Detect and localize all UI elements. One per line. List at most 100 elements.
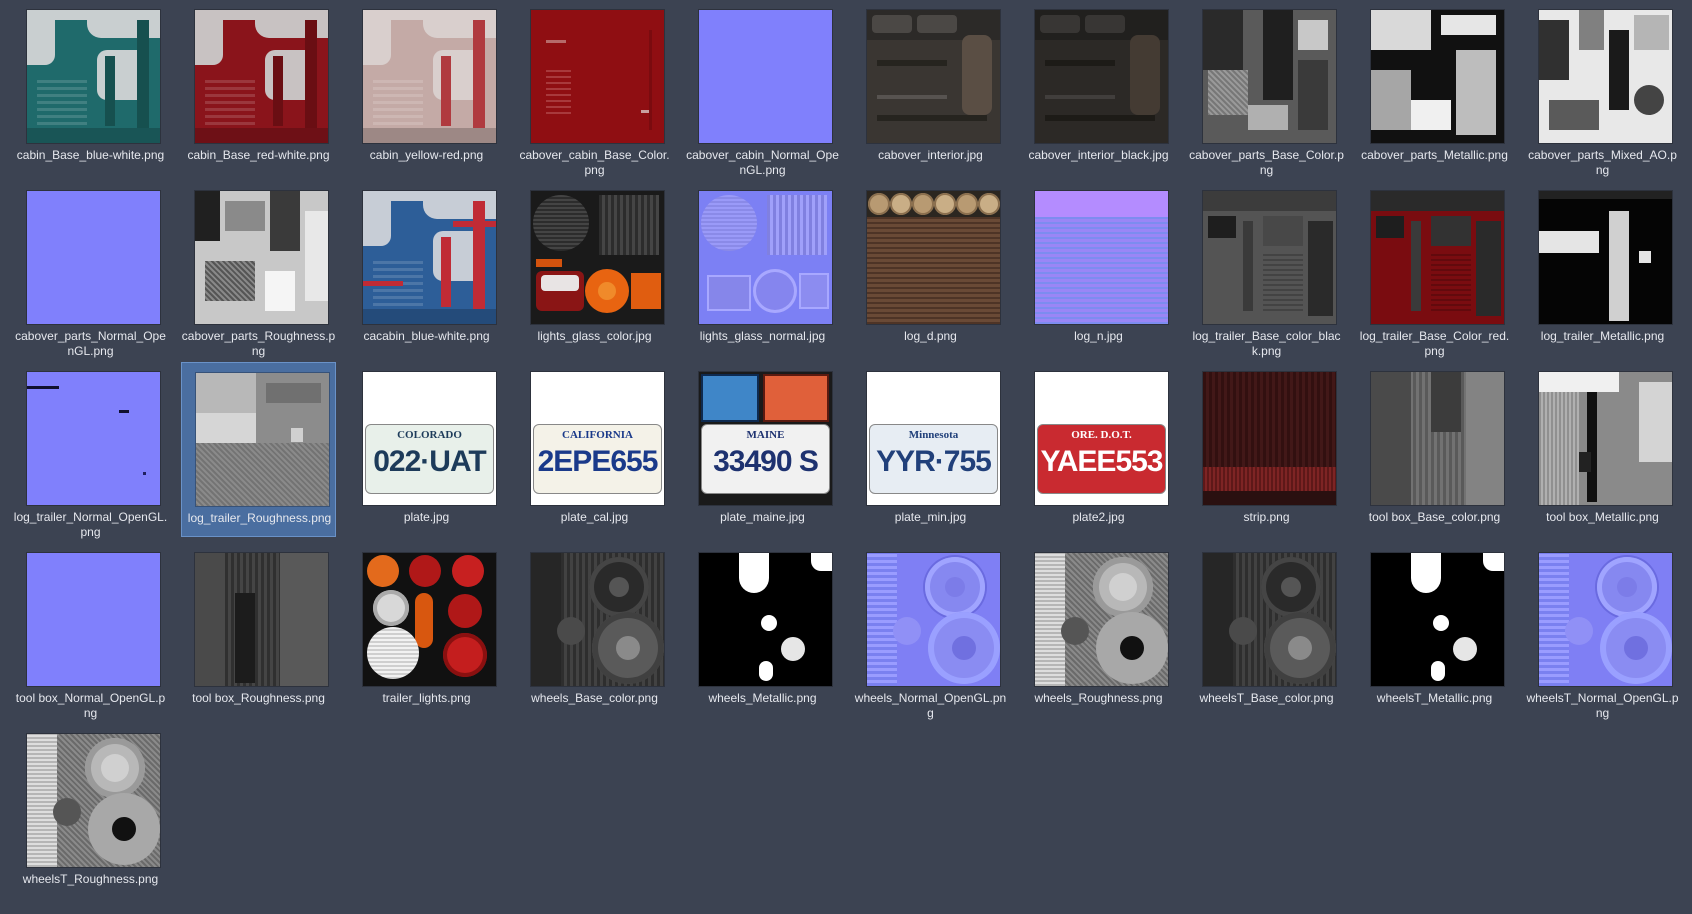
file-item[interactable]: tool box_Base_color.png xyxy=(1357,362,1512,537)
file-thumbnail xyxy=(363,553,496,686)
file-item[interactable]: wheels_Roughness.png xyxy=(1021,543,1176,718)
file-item[interactable]: log_trailer_Base_color_black.png xyxy=(1189,181,1344,358)
file-thumbnail xyxy=(1539,372,1672,505)
file-item[interactable]: cabin_Base_blue-white.png xyxy=(13,0,168,175)
file-name-label: cabover_cabin_Normal_OpenGL.png xyxy=(686,148,839,177)
file-item[interactable]: wheels_Normal_OpenGL.png xyxy=(853,543,1008,720)
file-item[interactable]: cabover_parts_Metallic.png xyxy=(1357,0,1512,175)
file-thumbnail xyxy=(195,191,328,324)
file-item[interactable]: CALIFORNIA 2EPE655 plate_cal.jpg xyxy=(517,362,672,537)
file-thumbnail xyxy=(531,553,664,686)
file-thumbnail xyxy=(1203,372,1336,505)
file-name-label: wheelsT_Base_color.png xyxy=(1199,691,1334,705)
file-name-label: wheels_Base_color.png xyxy=(531,691,658,705)
file-name-label: trailer_lights.png xyxy=(382,691,471,705)
file-name-label: cabover_interior.jpg xyxy=(878,148,983,162)
file-thumbnail xyxy=(867,553,1000,686)
file-item[interactable]: tool box_Metallic.png xyxy=(1525,362,1680,537)
file-name-label: wheelsT_Roughness.png xyxy=(22,872,159,886)
file-thumbnail xyxy=(1371,10,1504,143)
file-item[interactable]: log_trailer_Normal_OpenGL.png xyxy=(13,362,168,539)
file-name-label: plate_min.jpg xyxy=(894,510,967,524)
file-name-label: cacabin_blue-white.png xyxy=(363,329,490,343)
file-name-label: log_trailer_Base_color_black.png xyxy=(1192,329,1341,358)
file-thumbnail xyxy=(531,191,664,324)
file-item[interactable]: wheelsT_Normal_OpenGL.png xyxy=(1525,543,1680,720)
file-name-label: cabin_Base_blue-white.png xyxy=(16,148,165,162)
file-item[interactable]: cabover_parts_Base_Color.png xyxy=(1189,0,1344,177)
file-item[interactable]: cabover_interior.jpg xyxy=(853,0,1008,175)
file-item[interactable]: log_n.jpg xyxy=(1021,181,1176,356)
file-item[interactable]: COLORADO 022·UAT plate.jpg xyxy=(349,362,504,537)
file-item[interactable]: MAINE 33490 S plate_maine.jpg xyxy=(685,362,840,537)
file-name-label: tool box_Roughness.png xyxy=(192,691,325,705)
file-item[interactable]: wheelsT_Roughness.png xyxy=(13,724,168,899)
file-item[interactable]: tool box_Normal_OpenGL.png xyxy=(13,543,168,720)
file-thumbnail xyxy=(1203,10,1336,143)
file-item[interactable]: wheels_Base_color.png xyxy=(517,543,672,718)
file-thumbnail: COLORADO 022·UAT xyxy=(363,372,496,505)
file-thumbnail xyxy=(699,191,832,324)
file-thumbnail: ORE. D.O.T. YAEE553 xyxy=(1035,372,1168,505)
file-item[interactable]: cabover_parts_Normal_OpenGL.png xyxy=(13,181,168,358)
file-name-label: tool box_Metallic.png xyxy=(1546,510,1659,524)
file-name-label: plate_maine.jpg xyxy=(720,510,805,524)
file-name-label: cabover_parts_Normal_OpenGL.png xyxy=(15,329,166,358)
file-thumbnail xyxy=(1371,191,1504,324)
file-name-label: log_n.jpg xyxy=(1074,329,1123,343)
file-name-label: wheels_Normal_OpenGL.png xyxy=(854,691,1007,720)
file-item[interactable]: cabover_cabin_Base_Color.png xyxy=(517,0,672,177)
file-name-label: plate2.jpg xyxy=(1072,510,1125,524)
file-item[interactable]: wheelsT_Metallic.png xyxy=(1357,543,1512,718)
file-item[interactable]: ORE. D.O.T. YAEE553 plate2.jpg xyxy=(1021,362,1176,537)
file-name-label: cabover_parts_Metallic.png xyxy=(1361,148,1508,162)
file-item[interactable]: cacabin_blue-white.png xyxy=(349,181,504,356)
file-thumbnail xyxy=(699,553,832,686)
file-name-label: strip.png xyxy=(1243,510,1290,524)
file-item[interactable]: cabover_interior_black.jpg xyxy=(1021,0,1176,175)
file-item[interactable]: cabin_Base_red-white.png xyxy=(181,0,336,175)
file-thumbnail xyxy=(27,10,160,143)
file-name-label: wheels_Metallic.png xyxy=(708,691,817,705)
file-thumbnail xyxy=(195,10,328,143)
file-item[interactable]: lights_glass_color.jpg xyxy=(517,181,672,356)
file-item[interactable]: log_trailer_Base_Color_red.png xyxy=(1357,181,1512,358)
file-thumbnail: MAINE 33490 S xyxy=(699,372,832,505)
file-name-label: log_trailer_Metallic.png xyxy=(1540,329,1665,343)
file-name-label: lights_glass_color.jpg xyxy=(537,329,652,343)
file-thumbnail xyxy=(1371,553,1504,686)
file-name-label: wheels_Roughness.png xyxy=(1034,691,1163,705)
file-item[interactable]: wheelsT_Base_color.png xyxy=(1189,543,1344,718)
file-name-label: plate_cal.jpg xyxy=(560,510,629,524)
file-name-label: cabin_yellow-red.png xyxy=(369,148,484,162)
file-item[interactable]: strip.png xyxy=(1189,362,1344,537)
file-thumbnail: Minnesota YYR·755 xyxy=(867,372,1000,505)
file-name-label: cabover_interior_black.jpg xyxy=(1028,148,1169,162)
file-item[interactable]: trailer_lights.png xyxy=(349,543,504,718)
file-thumbnail xyxy=(531,10,664,143)
file-name-label: cabover_parts_Roughness.png xyxy=(181,329,336,358)
file-item[interactable]: lights_glass_normal.jpg xyxy=(685,181,840,356)
file-name-label: cabin_Base_red-white.png xyxy=(187,148,330,162)
file-name-label: tool box_Base_color.png xyxy=(1368,510,1501,524)
file-item[interactable]: cabover_parts_Mixed_AO.png xyxy=(1525,0,1680,177)
file-item[interactable]: Minnesota YYR·755 plate_min.jpg xyxy=(853,362,1008,537)
file-item[interactable]: wheels_Metallic.png xyxy=(685,543,840,718)
file-item[interactable]: log_d.png xyxy=(853,181,1008,356)
file-thumbnail xyxy=(1539,191,1672,324)
file-item[interactable]: cabover_cabin_Normal_OpenGL.png xyxy=(685,0,840,177)
file-thumbnail xyxy=(1035,10,1168,143)
file-name-label: lights_glass_normal.jpg xyxy=(699,329,826,343)
file-item[interactable]: log_trailer_Roughness.png xyxy=(181,362,336,537)
file-name-label: wheelsT_Normal_OpenGL.png xyxy=(1526,691,1679,720)
file-thumbnail xyxy=(363,10,496,143)
file-thumbnail xyxy=(867,10,1000,143)
file-thumbnail xyxy=(1539,10,1672,143)
file-thumbnail xyxy=(699,10,832,143)
file-thumbnail xyxy=(1203,191,1336,324)
file-name-label: cabover_parts_Base_Color.png xyxy=(1189,148,1344,177)
file-item[interactable]: tool box_Roughness.png xyxy=(181,543,336,718)
file-item[interactable]: cabover_parts_Roughness.png xyxy=(181,181,336,358)
file-item[interactable]: cabin_yellow-red.png xyxy=(349,0,504,175)
file-item[interactable]: log_trailer_Metallic.png xyxy=(1525,181,1680,356)
